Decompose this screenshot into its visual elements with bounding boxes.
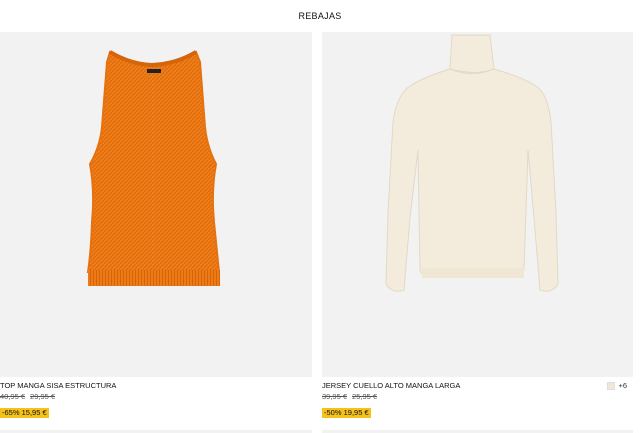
discount-percent: -50%: [324, 408, 342, 417]
product-info: JERSEY CUELLO ALTO MANGA LARGA 39,95 € 25…: [322, 377, 633, 420]
product-card[interactable]: JERSEY CUELLO ALTO MANGA LARGA 39,95 € 25…: [322, 32, 633, 420]
product-card[interactable]: TOP MANGA SISA ESTRUCTURA 40,95 € 29,95 €…: [0, 32, 312, 420]
old-prices: 40,95 € 29,95 €: [0, 391, 312, 402]
page-header: REBAJAS: [0, 0, 640, 32]
discount-percent: -65%: [2, 408, 20, 417]
original-price: 39,95 €: [322, 392, 348, 401]
product-name[interactable]: TOP MANGA SISA ESTRUCTURA: [0, 381, 312, 391]
previous-price: 29,95 €: [30, 392, 56, 401]
product-image[interactable]: [322, 32, 633, 377]
old-prices: 39,95 € 25,95 €: [322, 391, 633, 402]
product-name[interactable]: JERSEY CUELLO ALTO MANGA LARGA: [322, 381, 633, 391]
color-options[interactable]: +6: [607, 381, 627, 390]
page-title: REBAJAS: [298, 11, 342, 21]
turtleneck-image: [385, 34, 559, 292]
tank-top-image: [86, 50, 221, 286]
sale-price-badge: -50% 19,95 €: [322, 408, 371, 418]
sale-price: 15,95 €: [21, 408, 47, 417]
previous-price: 25,95 €: [352, 392, 378, 401]
sale-price: 19,95 €: [343, 408, 369, 417]
product-info: TOP MANGA SISA ESTRUCTURA 40,95 € 29,95 €…: [0, 377, 312, 420]
sale-price-badge: -65% 15,95 €: [0, 408, 49, 418]
original-price: 40,95 €: [0, 392, 26, 401]
product-image[interactable]: [0, 32, 312, 377]
more-colors-count[interactable]: +6: [618, 381, 627, 390]
color-swatch[interactable]: [607, 381, 616, 390]
